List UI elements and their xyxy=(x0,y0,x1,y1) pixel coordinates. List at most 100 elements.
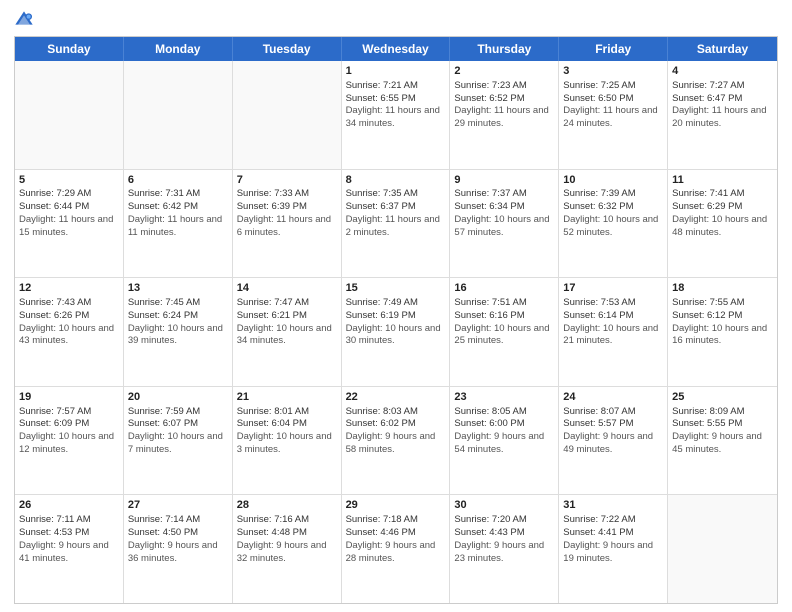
calendar-empty xyxy=(233,61,342,169)
calendar-day-23: 23Sunrise: 8:05 AMSunset: 6:00 PMDayligh… xyxy=(450,387,559,495)
calendar-day-24: 24Sunrise: 8:07 AMSunset: 5:57 PMDayligh… xyxy=(559,387,668,495)
sunrise-text: Sunrise: 8:01 AM xyxy=(237,406,337,419)
day-header-thursday: Thursday xyxy=(450,37,559,61)
day-number: 15 xyxy=(346,281,446,296)
day-number: 26 xyxy=(19,498,119,513)
sunrise-text: Sunrise: 7:59 AM xyxy=(128,406,228,419)
calendar-day-9: 9Sunrise: 7:37 AMSunset: 6:34 PMDaylight… xyxy=(450,170,559,278)
daylight-text: Daylight: 11 hours and 20 minutes. xyxy=(672,105,773,131)
sunset-text: Sunset: 6:39 PM xyxy=(237,201,337,214)
logo-icon xyxy=(14,10,34,30)
sunrise-text: Sunrise: 7:37 AM xyxy=(454,188,554,201)
sunset-text: Sunset: 6:26 PM xyxy=(19,310,119,323)
daylight-text: Daylight: 11 hours and 24 minutes. xyxy=(563,105,663,131)
sunrise-text: Sunrise: 8:07 AM xyxy=(563,406,663,419)
calendar-day-7: 7Sunrise: 7:33 AMSunset: 6:39 PMDaylight… xyxy=(233,170,342,278)
daylight-text: Daylight: 11 hours and 11 minutes. xyxy=(128,214,228,240)
sunrise-text: Sunrise: 7:57 AM xyxy=(19,406,119,419)
calendar-empty xyxy=(124,61,233,169)
daylight-text: Daylight: 9 hours and 19 minutes. xyxy=(563,540,663,566)
day-number: 18 xyxy=(672,281,773,296)
calendar-day-3: 3Sunrise: 7:25 AMSunset: 6:50 PMDaylight… xyxy=(559,61,668,169)
sunset-text: Sunset: 4:53 PM xyxy=(19,527,119,540)
day-number: 14 xyxy=(237,281,337,296)
calendar-day-26: 26Sunrise: 7:11 AMSunset: 4:53 PMDayligh… xyxy=(15,495,124,603)
sunrise-text: Sunrise: 7:14 AM xyxy=(128,514,228,527)
calendar-day-15: 15Sunrise: 7:49 AMSunset: 6:19 PMDayligh… xyxy=(342,278,451,386)
calendar-day-22: 22Sunrise: 8:03 AMSunset: 6:02 PMDayligh… xyxy=(342,387,451,495)
calendar-day-19: 19Sunrise: 7:57 AMSunset: 6:09 PMDayligh… xyxy=(15,387,124,495)
daylight-text: Daylight: 10 hours and 34 minutes. xyxy=(237,323,337,349)
daylight-text: Daylight: 10 hours and 21 minutes. xyxy=(563,323,663,349)
day-number: 9 xyxy=(454,173,554,188)
day-number: 20 xyxy=(128,390,228,405)
sunrise-text: Sunrise: 7:35 AM xyxy=(346,188,446,201)
calendar-week-3: 12Sunrise: 7:43 AMSunset: 6:26 PMDayligh… xyxy=(15,277,777,386)
sunset-text: Sunset: 6:19 PM xyxy=(346,310,446,323)
daylight-text: Daylight: 11 hours and 15 minutes. xyxy=(19,214,119,240)
day-number: 1 xyxy=(346,64,446,79)
daylight-text: Daylight: 10 hours and 12 minutes. xyxy=(19,431,119,457)
calendar-week-1: 1Sunrise: 7:21 AMSunset: 6:55 PMDaylight… xyxy=(15,61,777,169)
sunset-text: Sunset: 4:43 PM xyxy=(454,527,554,540)
day-number: 24 xyxy=(563,390,663,405)
calendar-day-18: 18Sunrise: 7:55 AMSunset: 6:12 PMDayligh… xyxy=(668,278,777,386)
sunset-text: Sunset: 6:04 PM xyxy=(237,418,337,431)
sunrise-text: Sunrise: 7:23 AM xyxy=(454,80,554,93)
daylight-text: Daylight: 10 hours and 25 minutes. xyxy=(454,323,554,349)
sunset-text: Sunset: 6:52 PM xyxy=(454,93,554,106)
daylight-text: Daylight: 10 hours and 48 minutes. xyxy=(672,214,773,240)
daylight-text: Daylight: 11 hours and 29 minutes. xyxy=(454,105,554,131)
daylight-text: Daylight: 9 hours and 58 minutes. xyxy=(346,431,446,457)
sunrise-text: Sunrise: 7:53 AM xyxy=(563,297,663,310)
day-number: 23 xyxy=(454,390,554,405)
day-header-sunday: Sunday xyxy=(15,37,124,61)
sunset-text: Sunset: 6:55 PM xyxy=(346,93,446,106)
daylight-text: Daylight: 11 hours and 34 minutes. xyxy=(346,105,446,131)
day-header-saturday: Saturday xyxy=(668,37,777,61)
calendar-day-4: 4Sunrise: 7:27 AMSunset: 6:47 PMDaylight… xyxy=(668,61,777,169)
sunrise-text: Sunrise: 8:09 AM xyxy=(672,406,773,419)
sunset-text: Sunset: 6:50 PM xyxy=(563,93,663,106)
daylight-text: Daylight: 10 hours and 39 minutes. xyxy=(128,323,228,349)
logo xyxy=(14,10,38,30)
daylight-text: Daylight: 9 hours and 28 minutes. xyxy=(346,540,446,566)
sunset-text: Sunset: 6:42 PM xyxy=(128,201,228,214)
calendar: SundayMondayTuesdayWednesdayThursdayFrid… xyxy=(14,36,778,604)
daylight-text: Daylight: 10 hours and 52 minutes. xyxy=(563,214,663,240)
sunrise-text: Sunrise: 7:25 AM xyxy=(563,80,663,93)
day-number: 6 xyxy=(128,173,228,188)
day-number: 7 xyxy=(237,173,337,188)
sunset-text: Sunset: 4:41 PM xyxy=(563,527,663,540)
day-number: 21 xyxy=(237,390,337,405)
day-header-monday: Monday xyxy=(124,37,233,61)
daylight-text: Daylight: 9 hours and 36 minutes. xyxy=(128,540,228,566)
calendar-day-10: 10Sunrise: 7:39 AMSunset: 6:32 PMDayligh… xyxy=(559,170,668,278)
sunrise-text: Sunrise: 7:31 AM xyxy=(128,188,228,201)
daylight-text: Daylight: 10 hours and 57 minutes. xyxy=(454,214,554,240)
sunrise-text: Sunrise: 7:16 AM xyxy=(237,514,337,527)
day-number: 4 xyxy=(672,64,773,79)
day-number: 2 xyxy=(454,64,554,79)
day-number: 29 xyxy=(346,498,446,513)
sunset-text: Sunset: 4:48 PM xyxy=(237,527,337,540)
day-number: 16 xyxy=(454,281,554,296)
calendar-day-16: 16Sunrise: 7:51 AMSunset: 6:16 PMDayligh… xyxy=(450,278,559,386)
sunset-text: Sunset: 6:34 PM xyxy=(454,201,554,214)
calendar-header: SundayMondayTuesdayWednesdayThursdayFrid… xyxy=(15,37,777,61)
daylight-text: Daylight: 9 hours and 23 minutes. xyxy=(454,540,554,566)
page-header xyxy=(14,10,778,30)
sunrise-text: Sunrise: 7:11 AM xyxy=(19,514,119,527)
day-number: 27 xyxy=(128,498,228,513)
sunrise-text: Sunrise: 7:47 AM xyxy=(237,297,337,310)
sunset-text: Sunset: 6:47 PM xyxy=(672,93,773,106)
day-number: 30 xyxy=(454,498,554,513)
sunset-text: Sunset: 6:24 PM xyxy=(128,310,228,323)
sunset-text: Sunset: 6:14 PM xyxy=(563,310,663,323)
sunset-text: Sunset: 6:09 PM xyxy=(19,418,119,431)
daylight-text: Daylight: 10 hours and 43 minutes. xyxy=(19,323,119,349)
day-number: 17 xyxy=(563,281,663,296)
daylight-text: Daylight: 10 hours and 30 minutes. xyxy=(346,323,446,349)
sunset-text: Sunset: 6:21 PM xyxy=(237,310,337,323)
sunset-text: Sunset: 6:00 PM xyxy=(454,418,554,431)
